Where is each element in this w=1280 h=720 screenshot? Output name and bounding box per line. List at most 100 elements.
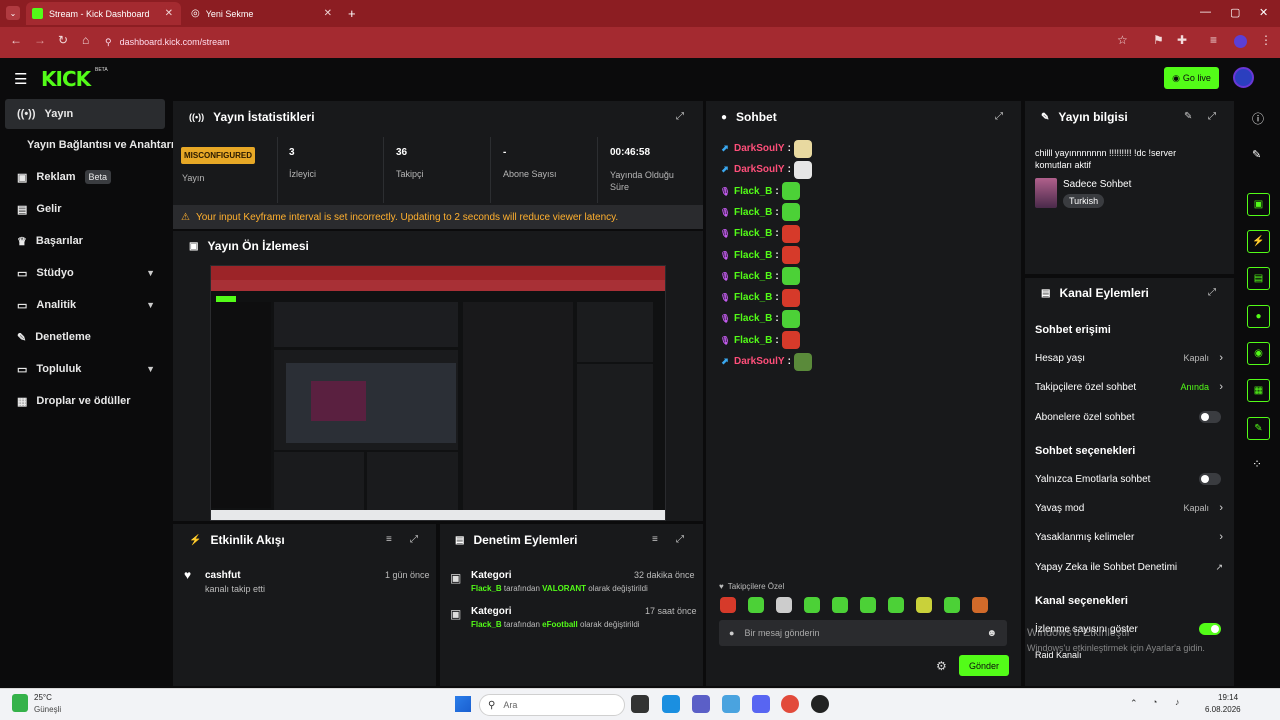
extension-icon[interactable]: ⚑ <box>1153 33 1164 47</box>
media-icon[interactable]: ≡ <box>1210 33 1217 47</box>
emote-picker-item[interactable] <box>916 597 932 613</box>
close-tab-icon[interactable]: ✕ <box>165 8 173 19</box>
popout-icon[interactable]: ⤢ <box>410 534 418 545</box>
chrome-icon[interactable] <box>781 695 799 713</box>
task-view-icon[interactable] <box>631 695 649 713</box>
chat-emote[interactable] <box>781 203 800 222</box>
puzzle-icon[interactable]: ✚ <box>1177 33 1187 47</box>
chat-username[interactable]: DarkSoulY <box>734 164 785 175</box>
filter-icon[interactable]: ≡ <box>386 534 392 545</box>
sidebar-item-yayin[interactable]: ((•)) Yayın <box>5 99 165 129</box>
sidebar-item-denetleme[interactable]: ✎ Denetleme <box>5 322 165 352</box>
popout-icon[interactable]: ⤢ <box>1208 287 1216 298</box>
obs-icon[interactable] <box>811 695 829 713</box>
mod-actor[interactable]: Flack_B <box>471 584 502 593</box>
emote-picker-item[interactable] <box>832 597 848 613</box>
chat-username[interactable]: DarkSoulY <box>734 143 785 154</box>
stream-preview-video[interactable] <box>210 265 666 521</box>
windows-start-icon[interactable] <box>455 696 471 712</box>
chat-username[interactable]: Flack_B <box>734 250 772 261</box>
rail-info-icon[interactable]: ✎ <box>1247 417 1270 440</box>
reload-icon[interactable]: ↻ <box>58 33 68 47</box>
category-name[interactable]: Sadece Sohbet <box>1063 179 1131 190</box>
chat-username[interactable]: Flack_B <box>734 186 772 197</box>
tab-new-tab[interactable]: ◎ Yeni Sekme ✕ <box>185 2 340 25</box>
rail-moderation-icon[interactable]: ▤ <box>1247 267 1270 290</box>
tray-chevron-icon[interactable]: ⌃ <box>1130 698 1138 709</box>
account-age-row[interactable]: Hesap yaşı Kapalı › <box>1035 345 1225 371</box>
emote-picker-item[interactable] <box>748 597 764 613</box>
profile-icon[interactable] <box>1234 35 1247 48</box>
slow-mode-row[interactable]: Yavaş mod Kapalı › <box>1035 495 1225 521</box>
chat-username[interactable]: Flack_B <box>734 335 772 346</box>
filter-icon[interactable]: ≡ <box>652 534 658 545</box>
go-live-button[interactable]: ◉ Go live <box>1164 67 1219 89</box>
banned-words-row[interactable]: Yasaklanmış kelimeler › <box>1035 524 1225 550</box>
avatar[interactable] <box>1233 67 1254 88</box>
emote-only-toggle[interactable] <box>1199 473 1221 485</box>
emote-picker-item[interactable] <box>972 597 988 613</box>
volume-icon[interactable]: ♪ <box>1175 697 1180 707</box>
sidebar-item-gelir[interactable]: ▤ Gelir <box>5 194 165 224</box>
pencil-icon[interactable]: ✎ <box>1252 148 1261 161</box>
wifi-icon[interactable]: ◔ <box>1152 697 1157 707</box>
chat-username[interactable]: Flack_B <box>734 207 772 218</box>
chat-emote[interactable] <box>781 331 800 350</box>
chat-username[interactable]: Flack_B <box>734 292 772 303</box>
home-icon[interactable]: ⌂ <box>82 33 89 47</box>
send-button[interactable]: Gönder <box>959 655 1009 676</box>
emote-picker-item[interactable] <box>804 597 820 613</box>
tab-kick-dashboard[interactable]: Stream - Kick Dashboard ✕ <box>26 2 181 25</box>
chat-username[interactable]: Flack_B <box>734 271 772 282</box>
popout-icon[interactable]: ⤢ <box>676 111 684 122</box>
chat-emote[interactable] <box>781 224 800 243</box>
popout-icon[interactable]: ⤢ <box>995 111 1003 122</box>
rail-activity-icon[interactable]: ⚡ <box>1247 230 1270 253</box>
taskbar-search[interactable]: ⚲ Ara <box>479 694 625 716</box>
sidebar-item-studyo[interactable]: ▭ Stüdyo ▼ <box>5 258 165 288</box>
bookmark-star-icon[interactable]: ☆ <box>1117 33 1128 47</box>
activity-user[interactable]: cashfut <box>205 570 241 581</box>
hamburger-menu-icon[interactable]: ☰ <box>14 70 27 88</box>
apps-icon[interactable]: ⁘ <box>1252 457 1262 471</box>
popout-icon[interactable]: ⤢ <box>1208 111 1216 122</box>
sidebar-item-stream-key[interactable]: Yayın Bağlantısı ve Anahtarı <box>5 130 174 160</box>
close-tab-icon[interactable]: ✕ <box>324 8 332 19</box>
minimize-icon[interactable]: — <box>1200 6 1211 18</box>
sidebar-item-basarilar[interactable]: ♛ Başarılar <box>5 226 165 256</box>
chat-input[interactable]: ● Bir mesaj gönderin ☻ <box>719 620 1007 646</box>
emote-picker-item[interactable] <box>720 597 736 613</box>
teams-icon[interactable] <box>692 695 710 713</box>
site-info-icon[interactable]: ⚲ <box>105 37 112 48</box>
followers-only-row[interactable]: Takipçilere özel sohbet Anında › <box>1035 374 1225 400</box>
chat-emote[interactable] <box>793 160 812 179</box>
emote-picker-item[interactable] <box>860 597 876 613</box>
emote-picker-item[interactable] <box>944 597 960 613</box>
sidebar-item-reklam[interactable]: ▣ Reklam Beta <box>5 162 165 192</box>
emote-picker-item[interactable] <box>888 597 904 613</box>
chat-username[interactable]: Flack_B <box>734 228 772 239</box>
maximize-icon[interactable]: ▢ <box>1230 6 1240 19</box>
emoji-icon[interactable]: ☻ <box>986 628 997 639</box>
forward-icon[interactable]: → <box>34 33 46 47</box>
chat-emote[interactable] <box>781 267 800 286</box>
new-tab-button[interactable]: + <box>348 6 356 21</box>
sidebar-item-topluluk[interactable]: ▭ Topluluk ▼ <box>5 354 165 384</box>
chat-emote[interactable] <box>781 246 800 264</box>
rail-actions-icon[interactable]: ▦ <box>1247 379 1270 402</box>
discord-icon[interactable] <box>752 695 770 713</box>
sidebar-item-droplar[interactable]: ▦ Droplar ve ödüller <box>5 386 165 416</box>
ai-moderation-row[interactable]: Yapay Zeka ile Sohbet Denetimi ↗ <box>1035 554 1225 580</box>
chat-emote[interactable] <box>793 139 812 158</box>
tab-list-button[interactable]: ⌄ <box>6 6 20 20</box>
sidebar-item-analitik[interactable]: ▭ Analitik ▼ <box>5 290 165 320</box>
chat-emote[interactable] <box>781 309 800 328</box>
chat-emote[interactable] <box>781 182 800 201</box>
close-window-icon[interactable]: ✕ <box>1259 6 1268 19</box>
weather-icon[interactable] <box>12 694 28 712</box>
chat-emote[interactable] <box>781 288 800 307</box>
back-icon[interactable]: ← <box>10 33 22 47</box>
menu-dots-icon[interactable]: ⋮ <box>1260 33 1272 47</box>
show-viewcount-toggle[interactable] <box>1199 623 1221 635</box>
edit-icon[interactable]: ✎ <box>1184 111 1192 122</box>
